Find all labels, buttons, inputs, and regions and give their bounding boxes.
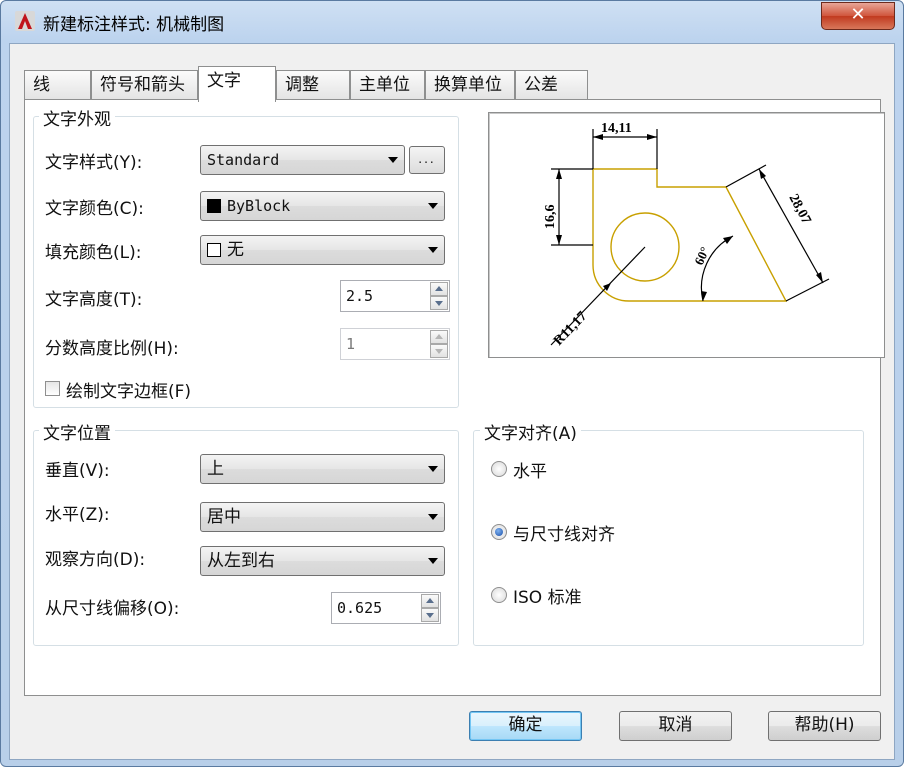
align-iso-label: ISO 标准 [513, 588, 582, 608]
dialog-window: 新建标注样式: 机械制图 ✕ 线 符号和箭头 文字 调整 主单位 换算单位 公差… [0, 0, 904, 767]
spin-down-icon[interactable] [430, 344, 448, 358]
dim-radius-text: R11,17 [551, 309, 590, 349]
tab-label: 公差 [524, 75, 558, 95]
fraction-height-spinner[interactable]: 1 [340, 328, 450, 360]
tab-label: 调整 [285, 75, 319, 95]
text-style-browse-button[interactable]: ... [409, 146, 445, 174]
align-horizontal-radio[interactable] [491, 461, 507, 477]
dialog-client: 线 符号和箭头 文字 调整 主单位 换算单位 公差 文字外观 文字样式(Y): … [9, 43, 895, 760]
vertical-value: 上 [207, 459, 224, 479]
draw-frame-checkbox[interactable] [45, 381, 60, 396]
tab-alternate-units[interactable]: 换算单位 [425, 70, 515, 100]
text-placement-title: 文字位置 [39, 419, 115, 444]
tab-symbols-arrows[interactable]: 符号和箭头 [91, 70, 198, 100]
text-alignment-title: 文字对齐(A) [480, 419, 581, 444]
tab-label: 符号和箭头 [100, 75, 185, 95]
text-style-dropdown[interactable]: Standard [200, 145, 405, 175]
empty-swatch-icon [207, 243, 221, 257]
tab-text[interactable]: 文字 [198, 66, 276, 102]
text-style-value: Standard [207, 151, 280, 169]
fraction-height-label: 分数高度比例(H): [45, 339, 179, 359]
align-with-dimline-radio[interactable] [491, 524, 507, 540]
fill-color-value: 无 [227, 240, 244, 260]
help-button[interactable]: 帮助(H) [768, 711, 881, 741]
horizontal-dropdown[interactable]: 居中 [200, 502, 445, 532]
text-height-spinner[interactable]: 2.5 [340, 280, 450, 312]
chevron-down-icon [428, 203, 438, 209]
window-title: 新建标注样式: 机械制图 [43, 15, 225, 35]
ok-button[interactable]: 确定 [469, 711, 582, 741]
tab-label: 主单位 [359, 75, 410, 95]
horizontal-value: 居中 [207, 507, 241, 527]
align-with-dimline-label: 与尺寸线对齐 [513, 525, 615, 545]
chevron-down-icon [388, 157, 398, 163]
spin-down-icon[interactable] [430, 296, 448, 310]
view-direction-value: 从左到右 [207, 551, 275, 571]
spin-buttons [421, 594, 439, 622]
dimension-preview: 14,11 16,6 28,07 60° R11,17 [488, 112, 885, 358]
dim-angle-text: 60° [691, 244, 712, 267]
offset-value: 0.625 [337, 599, 383, 617]
tab-lines[interactable]: 线 [24, 70, 91, 100]
dim-top-text: 14,11 [601, 121, 632, 136]
spin-up-icon[interactable] [430, 282, 448, 296]
tab-label: 线 [33, 75, 50, 95]
vertical-label: 垂直(V): [45, 461, 110, 481]
cancel-button[interactable]: 取消 [619, 711, 732, 741]
offset-label: 从尺寸线偏移(O): [45, 599, 180, 619]
text-color-value: ByBlock [227, 197, 291, 215]
tab-tolerances[interactable]: 公差 [515, 70, 588, 100]
autocad-logo-icon [15, 11, 35, 31]
chevron-down-icon [428, 247, 438, 253]
tab-label: 换算单位 [434, 75, 502, 95]
view-direction-dropdown[interactable]: 从左到右 [200, 546, 445, 576]
text-tab-page: 文字外观 文字样式(Y): Standard ... 文字颜色(C): ByBl… [24, 99, 885, 696]
spin-buttons [430, 330, 448, 358]
arrowheads [556, 134, 823, 301]
tab-primary-units[interactable]: 主单位 [350, 70, 425, 100]
fill-color-label: 填充颜色(L): [45, 243, 142, 263]
text-style-label: 文字样式(Y): [45, 153, 143, 173]
text-height-value: 2.5 [346, 287, 374, 305]
text-height-label: 文字高度(T): [45, 290, 143, 310]
fill-color-dropdown[interactable]: 无 [200, 235, 445, 265]
color-swatch-icon [207, 199, 221, 213]
horizontal-label: 水平(Z): [45, 505, 110, 525]
preview-drawing: 14,11 16,6 28,07 60° R11,17 [543, 121, 830, 349]
close-icon: ✕ [850, 4, 866, 25]
tab-label: 文字 [207, 71, 241, 91]
chevron-down-icon [428, 514, 438, 520]
dim-left-text: 16,6 [543, 205, 558, 230]
chevron-down-icon [428, 466, 438, 472]
title-bar[interactable]: 新建标注样式: 机械制图 ✕ [1, 1, 903, 43]
text-appearance-title: 文字外观 [39, 105, 115, 130]
spin-buttons [430, 282, 448, 310]
draw-frame-label: 绘制文字边框(F) [66, 382, 192, 402]
spin-up-icon[interactable] [421, 594, 439, 608]
vertical-dropdown[interactable]: 上 [200, 454, 445, 484]
part-outline [592, 168, 788, 302]
close-button[interactable]: ✕ [821, 2, 895, 30]
spin-down-icon[interactable] [421, 608, 439, 622]
fraction-height-value: 1 [346, 335, 356, 353]
text-color-dropdown[interactable]: ByBlock [200, 191, 445, 221]
align-horizontal-label: 水平 [513, 462, 547, 482]
offset-spinner[interactable]: 0.625 [331, 592, 441, 624]
text-color-label: 文字颜色(C): [45, 199, 144, 219]
chevron-down-icon [428, 558, 438, 564]
dim-right-text: 28,07 [785, 192, 813, 227]
tab-fit[interactable]: 调整 [276, 70, 350, 100]
view-direction-label: 观察方向(D): [45, 550, 146, 570]
align-iso-radio[interactable] [491, 587, 507, 603]
spin-up-icon[interactable] [430, 330, 448, 344]
